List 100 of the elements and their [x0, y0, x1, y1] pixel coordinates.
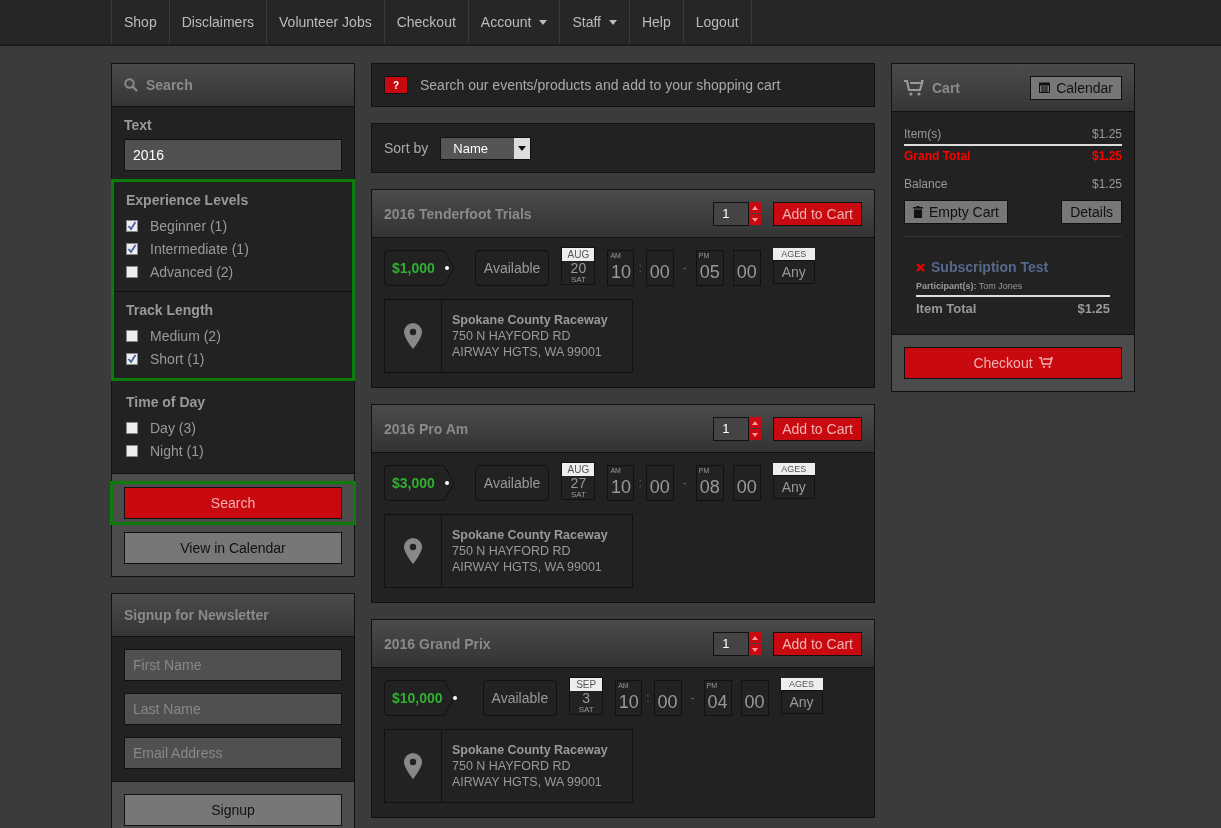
status-label: Available	[474, 250, 550, 286]
venue-name: Spokane County Raceway	[452, 527, 608, 543]
nav-link[interactable]: Logout	[682, 0, 752, 44]
filter-heading: Track Length	[126, 302, 215, 318]
nav-link[interactable]: Help	[628, 0, 683, 44]
input-field[interactable]: Email Address	[124, 737, 342, 769]
date-badge: AUG 20 SAT	[561, 247, 596, 285]
time-separator: :	[637, 476, 643, 490]
summary-label: Item(s)	[904, 127, 942, 141]
item-total-label: Item Total	[916, 301, 977, 316]
calendar-button[interactable]: View in Calendar	[124, 532, 342, 564]
summary-amount: $1.25	[1091, 127, 1122, 141]
increment-button[interactable]	[749, 632, 762, 643]
option-label: Short (1)	[150, 350, 205, 367]
option-label: Advanced (2)	[150, 263, 234, 280]
panel-title: Search	[146, 77, 193, 93]
option-label: Night (1)	[150, 442, 204, 459]
nav-link[interactable]: Checkout	[383, 0, 468, 44]
summary-amount: $1.25	[1091, 177, 1122, 191]
minute-box: 00	[645, 250, 674, 286]
down-triangle-icon	[752, 647, 759, 652]
cart-icon	[1038, 357, 1053, 369]
help-badge[interactable]: ?	[384, 76, 408, 94]
filter-heading: Time of Day	[126, 394, 207, 410]
option-label: Beginner (1)	[150, 217, 228, 234]
venue-name: Spokane County Raceway	[452, 742, 608, 758]
checkbox[interactable]	[126, 329, 138, 342]
field-label: Text	[124, 117, 153, 133]
date-badge: AUG 27 SAT	[561, 462, 596, 500]
quantity-field[interactable]: 1	[713, 631, 750, 656]
address-line: 750 N HAYFORD RD	[452, 758, 572, 774]
input-field[interactable]: First Name	[124, 649, 342, 681]
search-icon	[124, 78, 138, 92]
checkbox[interactable]	[126, 352, 138, 365]
event-title: 2016 Pro Am	[384, 420, 470, 437]
calendar-icon	[1039, 82, 1051, 93]
info-text: Search our events/products and add to your shopping cart	[420, 77, 781, 93]
panel-title: Signup for Newsletter	[124, 607, 269, 623]
checkbox[interactable]	[126, 219, 138, 232]
address-line: AIRWAY HGTS, WA 99001	[452, 774, 603, 790]
address-line: 750 N HAYFORD RD	[452, 543, 572, 559]
item-name: Subscription Test	[931, 259, 1049, 275]
item-total-amount: $1.25	[1077, 301, 1110, 316]
location-pin-icon	[404, 753, 422, 779]
decrement-button[interactable]	[749, 429, 762, 440]
address-line: AIRWAY HGTS, WA 99001	[452, 559, 603, 575]
minute-box: 00	[732, 250, 761, 286]
down-triangle-icon	[752, 432, 759, 437]
status-label: Available	[474, 465, 550, 501]
signup-button[interactable]: Signup	[124, 794, 342, 826]
location-pin-icon	[404, 538, 422, 564]
venue-name: Spokane County Raceway	[452, 312, 608, 328]
nav-link[interactable]: Disclaimers	[168, 0, 267, 44]
filter-heading: Experience Levels	[126, 192, 250, 208]
cart-icon	[904, 79, 924, 96]
empty-cart-button[interactable]: Empty Cart	[904, 200, 1008, 224]
quantity-field[interactable]: 1	[713, 416, 750, 441]
increment-button[interactable]	[749, 202, 762, 213]
up-triangle-icon	[752, 635, 759, 640]
checkbox[interactable]	[126, 265, 138, 278]
sort-select[interactable]: Name	[440, 136, 532, 160]
address-line: 750 N HAYFORD RD	[452, 328, 572, 344]
range-separator: -	[689, 691, 696, 705]
decrement-button[interactable]	[749, 214, 762, 225]
range-separator: -	[681, 476, 688, 490]
up-triangle-icon	[752, 205, 759, 210]
range-separator: -	[681, 261, 688, 275]
increment-button[interactable]	[749, 417, 762, 428]
decrement-button[interactable]	[749, 644, 762, 655]
summary-amount: $1.25	[1091, 149, 1122, 163]
nav-link[interactable]: Shop	[111, 0, 169, 44]
option-label: Medium (2)	[150, 327, 221, 344]
option-label: Day (3)	[150, 419, 196, 436]
up-triangle-icon	[752, 420, 759, 425]
calendar-button[interactable]: Calendar	[1030, 75, 1122, 100]
time-separator: :	[645, 691, 651, 705]
minute-box: 00	[732, 465, 761, 501]
nav-link[interactable]: Volunteer Jobs	[266, 0, 384, 44]
status-label: Available	[482, 680, 558, 716]
minute-box: 00	[740, 680, 769, 716]
remove-icon[interactable]	[916, 262, 925, 272]
text-field[interactable]: 2016	[124, 139, 342, 171]
event-title: 2016 Grand Prix	[384, 635, 492, 652]
minute-box: 00	[653, 680, 682, 716]
sort-label: Sort by	[384, 140, 429, 156]
trash-icon	[913, 206, 923, 218]
checkbox[interactable]	[126, 421, 138, 434]
option-label: Intermediate (1)	[150, 240, 249, 257]
caret-icon	[518, 145, 527, 151]
checkbox[interactable]	[126, 242, 138, 255]
nav-link[interactable]: Staff	[559, 0, 629, 44]
quantity-field[interactable]: 1	[713, 201, 750, 226]
address-line: AIRWAY HGTS, WA 99001	[452, 344, 603, 360]
details-button[interactable]: Details	[1061, 200, 1122, 224]
nav-link[interactable]: Account	[467, 0, 560, 44]
checkbox[interactable]	[126, 444, 138, 457]
participants-text: Participant(s): Tom Jones	[916, 281, 1024, 291]
input-field[interactable]: Last Name	[124, 693, 342, 725]
location-pin-icon	[404, 323, 422, 349]
time-separator: :	[637, 261, 643, 275]
